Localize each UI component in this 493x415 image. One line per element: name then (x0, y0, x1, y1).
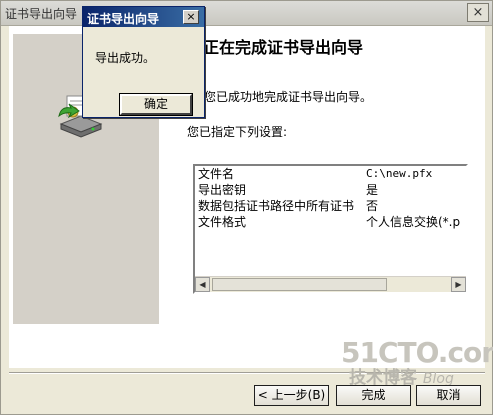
setting-key: 文件格式 (198, 215, 247, 229)
scrollbar-thumb[interactable] (212, 278, 387, 291)
cancel-button[interactable]: 取消 (416, 385, 481, 406)
settings-row: 数据包括证书路径中所有证书 否 (195, 198, 460, 214)
page-heading: 正在完成证书导出向导 (203, 38, 364, 57)
certificate-export-wizard-window: 证书导出向导 × 正在完成证书导出向导 您已成功地完成证书导出向导。 您已指定下… (0, 0, 493, 415)
wizard-titlebar[interactable]: 证书导出向导 × (1, 1, 492, 26)
completion-message: 您已成功地完成证书导出向导。 (204, 90, 373, 104)
back-button[interactable]: < 上一步(B) (254, 385, 329, 406)
setting-value: 是 (366, 183, 379, 197)
scroll-right-arrow-icon[interactable]: ▶ (451, 277, 466, 292)
setting-key: 导出密钥 (198, 183, 247, 197)
setting-value: C:\new.pfx (366, 167, 433, 180)
dialog-close-button[interactable]: × (183, 10, 199, 24)
settings-row: 文件格式 个人信息交换(*.p (195, 214, 460, 230)
setting-value: 个人信息交换(*.p (366, 215, 461, 229)
setting-key: 文件名 (198, 167, 235, 181)
button-separator (9, 372, 485, 374)
dialog-message: 导出成功。 (95, 51, 156, 65)
settings-label: 您已指定下列设置: (187, 125, 288, 139)
ok-button[interactable]: 确定 (119, 93, 193, 116)
dialog-title: 证书导出向导 (87, 12, 160, 26)
setting-value: 否 (366, 199, 379, 213)
dialog-titlebar[interactable]: 证书导出向导 × (83, 7, 204, 27)
wizard-title: 证书导出向导 (5, 7, 78, 21)
wizard-content: 正在完成证书导出向导 您已成功地完成证书导出向导。 您已指定下列设置: 文件名 … (9, 26, 485, 368)
setting-key: 数据包括证书路径中所有证书 (198, 199, 355, 213)
settings-row: 导出密钥 是 (195, 182, 460, 198)
export-success-dialog: 证书导出向导 × 导出成功。 确定 (82, 6, 205, 118)
finish-button[interactable]: 完成 (336, 385, 411, 406)
horizontal-scrollbar[interactable]: ◀ ▶ (195, 276, 466, 292)
wizard-close-button[interactable]: × (467, 3, 489, 22)
settings-list[interactable]: 文件名 C:\new.pfx 导出密钥 是 数据包括证书路径中所有证书 否 文件… (193, 164, 468, 294)
settings-row: 文件名 C:\new.pfx (195, 166, 460, 182)
settings-table: 文件名 C:\new.pfx 导出密钥 是 数据包括证书路径中所有证书 否 文件… (195, 166, 460, 230)
scroll-left-arrow-icon[interactable]: ◀ (195, 277, 210, 292)
